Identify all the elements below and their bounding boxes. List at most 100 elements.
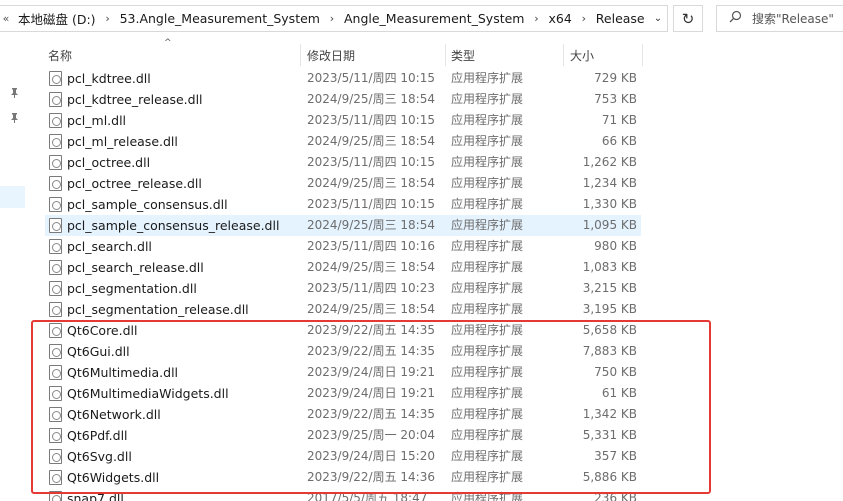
file-modified-date: 2023/9/22/周五 14:35	[307, 407, 435, 421]
dll-file-icon	[49, 386, 62, 401]
dll-file-icon	[49, 281, 62, 296]
breadcrumb-item-project[interactable]: 53.Angle_Measurement_System	[114, 11, 326, 26]
file-row[interactable]: snap7.dll 2017/5/5/周五 18:47 应用程序扩展 236 KB	[45, 488, 641, 501]
dll-file-icon	[49, 176, 62, 191]
column-header-date[interactable]: 修改日期	[304, 48, 444, 68]
dll-file-icon	[49, 428, 62, 443]
file-size: 980 KB	[594, 239, 637, 253]
file-type: 应用程序扩展	[451, 449, 524, 463]
refresh-button[interactable]: ↻	[673, 5, 703, 32]
file-row[interactable]: Qt6Widgets.dll 2023/9/22/周五 14:36 应用程序扩展 5,…	[45, 467, 641, 488]
file-size: 5,658 KB	[582, 323, 637, 337]
dll-file-icon	[49, 155, 62, 170]
file-type: 应用程序扩展	[451, 134, 524, 148]
file-modified-date: 2017/5/5/周五 18:47	[307, 491, 428, 501]
file-name: snap7.dll	[67, 491, 124, 501]
file-row[interactable]: pcl_segmentation_release.dll 2024/9/25/周三…	[45, 299, 641, 320]
file-modified-date: 2024/9/25/周三 18:54	[307, 218, 435, 232]
dll-file-icon	[49, 491, 62, 501]
breadcrumb-separator-icon[interactable]: ›	[578, 12, 590, 25]
column-divider[interactable]	[445, 44, 446, 66]
address-history-chevron-icon[interactable]: ⌄	[648, 5, 668, 32]
file-row[interactable]: pcl_sample_consensus.dll 2023/5/11/周四 10:…	[45, 194, 641, 215]
file-row[interactable]: Qt6Svg.dll 2023/9/24/周日 15:20 应用程序扩展 357 KB	[45, 446, 641, 467]
file-modified-date: 2024/9/25/周三 18:54	[307, 176, 435, 190]
dll-file-icon	[49, 470, 62, 485]
file-modified-date: 2023/9/22/周五 14:35	[307, 344, 435, 358]
file-row[interactable]: pcl_ml.dll 2023/5/11/周四 10:15 应用程序扩展 71 KB	[45, 110, 641, 131]
file-name: pcl_search.dll	[67, 239, 152, 254]
column-header-name[interactable]: 名称	[45, 48, 300, 68]
file-row[interactable]: Qt6Network.dll 2023/9/22/周五 14:35 应用程序扩展 1,…	[45, 404, 641, 425]
file-row[interactable]: pcl_sample_consensus_release.dll 2024/9/2…	[45, 215, 641, 236]
file-size: 750 KB	[594, 365, 637, 379]
column-header-type[interactable]: 类型	[448, 48, 563, 68]
breadcrumb-separator-icon[interactable]: ›	[102, 12, 114, 25]
file-type: 应用程序扩展	[451, 323, 524, 337]
file-size: 3,215 KB	[582, 281, 637, 295]
file-size: 1,342 KB	[582, 407, 637, 421]
column-header-size[interactable]: 大小	[567, 48, 642, 68]
search-box[interactable]	[716, 5, 843, 32]
breadcrumb-separator-icon[interactable]: ›	[530, 12, 542, 25]
dll-file-icon	[49, 92, 62, 107]
column-divider[interactable]	[300, 44, 301, 66]
search-icon	[729, 10, 742, 27]
file-row[interactable]: Qt6Multimedia.dll 2023/9/24/周日 19:21 应用程序扩…	[45, 362, 641, 383]
breadcrumb-overflow-icon[interactable]: «	[0, 12, 12, 25]
file-row[interactable]: pcl_octree.dll 2023/5/11/周四 10:15 应用程序扩展 1,…	[45, 152, 641, 173]
dll-file-icon	[49, 302, 62, 317]
file-row[interactable]: pcl_search.dll 2023/5/11/周四 10:16 应用程序扩展 98…	[45, 236, 641, 257]
file-type: 应用程序扩展	[451, 197, 524, 211]
breadcrumb-separator-icon[interactable]: ›	[326, 12, 338, 25]
file-name: pcl_sample_consensus_release.dll	[67, 218, 280, 233]
file-row[interactable]: Qt6Pdf.dll 2023/9/25/周一 20:04 应用程序扩展 5,331 …	[45, 425, 641, 446]
file-row[interactable]: pcl_search_release.dll 2024/9/25/周三 18:54…	[45, 257, 641, 278]
search-input[interactable]	[752, 11, 842, 26]
dll-file-icon	[49, 71, 62, 86]
file-name: pcl_segmentation_release.dll	[67, 302, 249, 317]
file-name: pcl_kdtree.dll	[67, 71, 151, 86]
dll-file-icon	[49, 323, 62, 338]
file-row[interactable]: Qt6MultimediaWidgets.dll 2023/9/24/周日 19:…	[45, 383, 641, 404]
pin-icon[interactable]	[10, 88, 19, 101]
file-row[interactable]: Qt6Gui.dll 2023/9/22/周五 14:35 应用程序扩展 7,883 …	[45, 341, 641, 362]
file-size: 7,883 KB	[582, 344, 637, 358]
file-modified-date: 2023/9/24/周日 15:20	[307, 449, 435, 463]
address-bar[interactable]: « 本地磁盘 (D:) › 53.Angle_Measurement_Syste…	[0, 5, 668, 32]
file-row[interactable]: pcl_segmentation.dll 2023/5/11/周四 10:23 应用…	[45, 278, 641, 299]
file-size: 71 KB	[601, 113, 637, 127]
file-size: 357 KB	[594, 449, 637, 463]
file-row[interactable]: pcl_octree_release.dll 2024/9/25/周三 18:54…	[45, 173, 641, 194]
file-row[interactable]: pcl_ml_release.dll 2024/9/25/周三 18:54 应用程序…	[45, 131, 641, 152]
file-type: 应用程序扩展	[451, 365, 524, 379]
file-modified-date: 2023/9/22/周五 14:36	[307, 470, 435, 484]
file-modified-date: 2023/5/11/周四 10:15	[307, 113, 435, 127]
file-row[interactable]: pcl_kdtree.dll 2023/5/11/周四 10:15 应用程序扩展 72…	[45, 68, 641, 89]
pin-icon[interactable]	[10, 113, 19, 126]
file-modified-date: 2023/9/25/周一 20:04	[307, 428, 435, 442]
dll-file-icon	[49, 407, 62, 422]
file-size: 1,262 KB	[582, 155, 637, 169]
dll-file-icon	[49, 449, 62, 464]
column-divider[interactable]	[642, 44, 643, 66]
file-type: 应用程序扩展	[451, 302, 524, 316]
file-type: 应用程序扩展	[451, 491, 524, 501]
breadcrumb-item-drive[interactable]: 本地磁盘 (D:)	[12, 9, 102, 28]
file-size: 61 KB	[601, 386, 637, 400]
column-divider[interactable]	[563, 44, 564, 66]
file-modified-date: 2023/5/11/周四 10:15	[307, 71, 435, 85]
file-row[interactable]: Qt6Core.dll 2023/9/22/周五 14:35 应用程序扩展 5,658…	[45, 320, 641, 341]
file-row[interactable]: pcl_kdtree_release.dll 2024/9/25/周三 18:54…	[45, 89, 641, 110]
file-size: 66 KB	[601, 134, 637, 148]
file-size: 729 KB	[594, 71, 637, 85]
nav-selected-item[interactable]	[0, 186, 25, 208]
breadcrumb-item-solution[interactable]: Angle_Measurement_System	[338, 11, 531, 26]
navigation-pane	[0, 38, 26, 501]
file-type: 应用程序扩展	[451, 344, 524, 358]
file-name: pcl_octree_release.dll	[67, 176, 202, 191]
file-size: 1,330 KB	[582, 197, 637, 211]
file-modified-date: 2023/5/11/周四 10:15	[307, 197, 435, 211]
breadcrumb-item-release[interactable]: Release	[590, 11, 651, 26]
breadcrumb-item-x64[interactable]: x64	[542, 11, 577, 26]
